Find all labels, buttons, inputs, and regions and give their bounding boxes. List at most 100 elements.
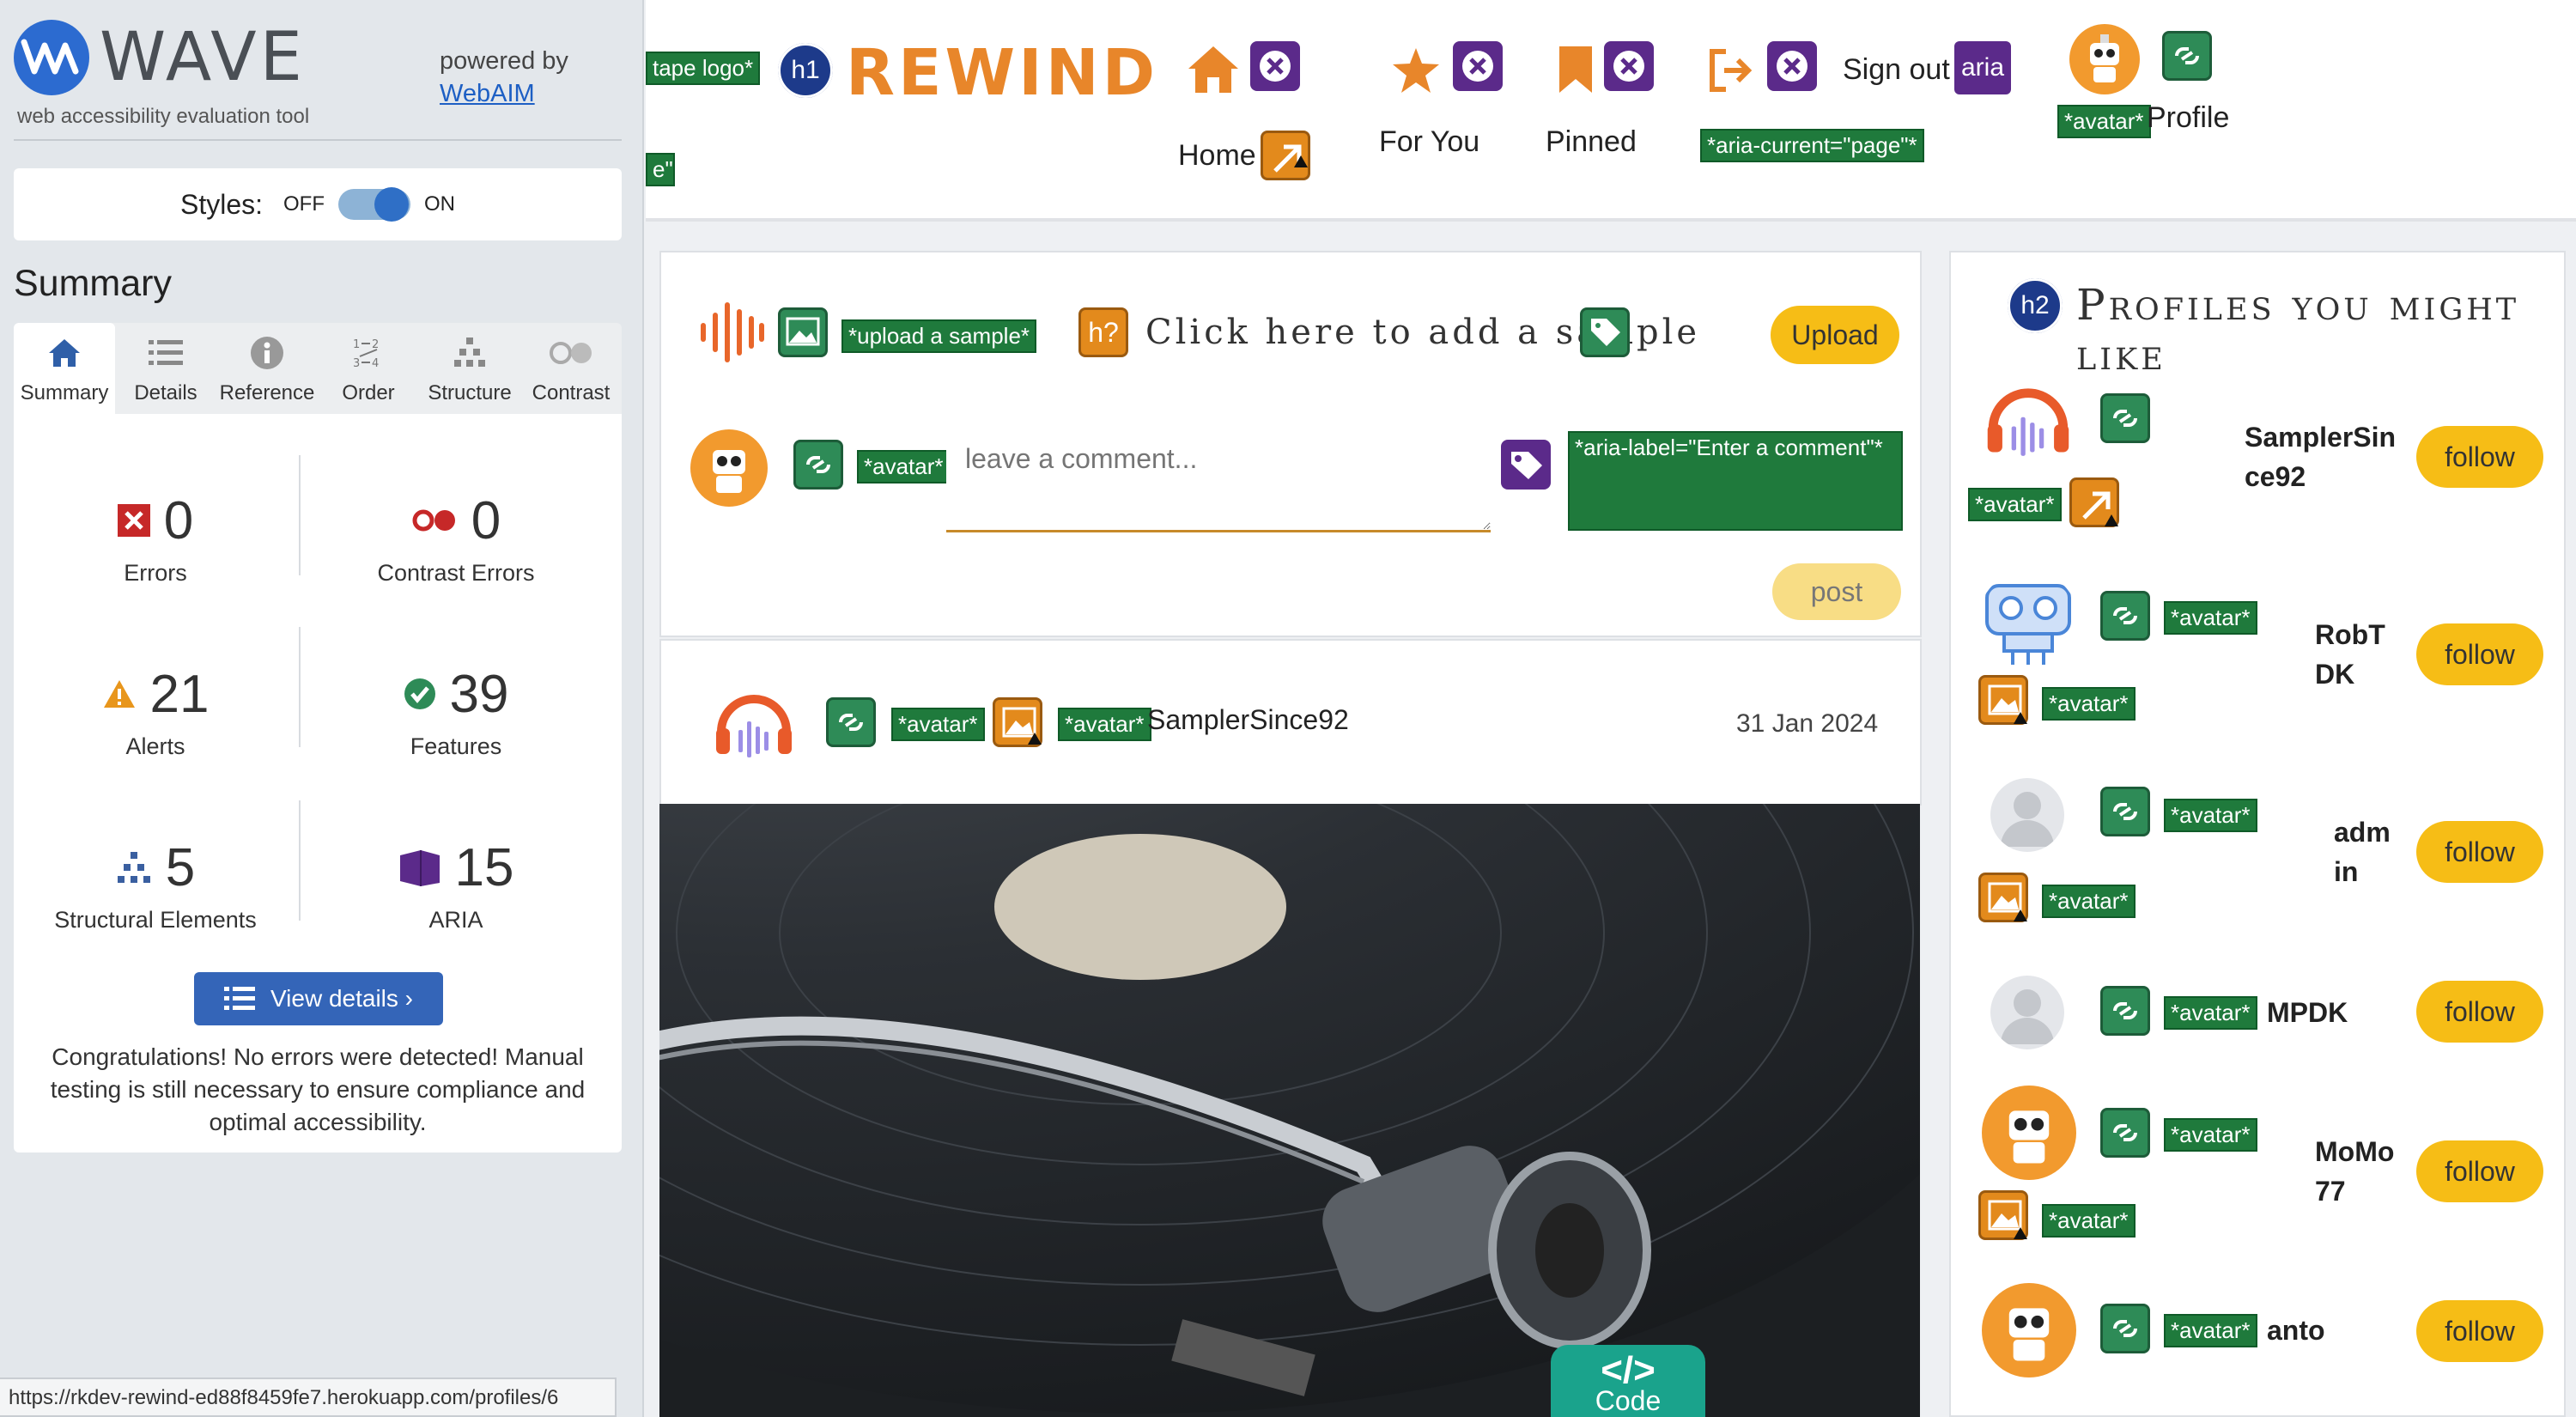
h2-icon: h2 — [2008, 278, 2063, 333]
wave-linked-image-icon — [2100, 787, 2150, 836]
powered-by: powered by WebAIM — [440, 45, 568, 110]
styles-toggle[interactable] — [338, 187, 411, 222]
follow-button[interactable]: follow — [2416, 1300, 2543, 1362]
default-avatar-icon[interactable] — [1990, 976, 2064, 1049]
star-icon[interactable] — [1391, 46, 1441, 94]
wave-image-icon — [778, 307, 828, 357]
robot-avatar-icon[interactable] — [2069, 24, 2140, 94]
svg-text:3: 3 — [353, 357, 360, 370]
wave-tabs: Summary Details Reference 1234 Order Str… — [14, 323, 622, 414]
post-button[interactable]: post — [1772, 563, 1901, 620]
wave-linked-image-icon — [2100, 591, 2150, 641]
divider — [299, 627, 301, 747]
wave-tag-avatar: *avatar* — [2164, 1118, 2257, 1152]
stat-features[interactable]: 39 Features — [314, 661, 598, 760]
wave-aria-hidden-icon — [1453, 41, 1503, 91]
order-icon: 1234 — [351, 333, 386, 373]
divider — [299, 455, 301, 575]
stat-structural[interactable]: 5 Structural Elements — [14, 835, 297, 934]
nav-pinned[interactable]: Pinned — [1546, 125, 1637, 159]
stat-errors[interactable]: 0 Errors — [14, 488, 297, 587]
wave-alt-alert-icon — [993, 697, 1042, 747]
styles-toggle-row: Styles: OFF ON — [14, 168, 622, 240]
tab-reference[interactable]: Reference — [216, 323, 318, 414]
congrats-message: Congratulations! No errors were detected… — [50, 1043, 586, 1135]
rewind-logo[interactable]: REWIND — [846, 36, 1158, 110]
view-details-button[interactable]: View details › — [194, 972, 443, 1025]
wave-aria-hidden-icon — [1604, 41, 1654, 91]
name-line: RobT — [2315, 619, 2385, 650]
aria-label: ARIA — [428, 907, 483, 933]
nav-profile[interactable]: Profile — [2147, 101, 2229, 135]
profile-name[interactable]: MoMo 77 — [2315, 1132, 2394, 1211]
default-avatar-icon[interactable] — [1990, 778, 2064, 852]
tab-label: Order — [342, 381, 395, 404]
follow-button[interactable]: follow — [2416, 426, 2543, 488]
svg-text:1: 1 — [353, 338, 360, 351]
headphones-avatar-icon[interactable] — [1978, 371, 2078, 471]
robot-avatar-icon[interactable] — [1982, 1086, 2076, 1180]
post-author[interactable]: SamplerSince92 — [1147, 704, 1349, 736]
profile-name[interactable]: anto — [2267, 1311, 2325, 1350]
structure-icon — [117, 852, 150, 883]
wave-tag-avatar: *avatar* — [2164, 1314, 2257, 1347]
stat-aria[interactable]: 15 ARIA — [314, 835, 598, 934]
profile-name[interactable]: RobT DK — [2315, 615, 2385, 694]
list-icon — [223, 987, 255, 1010]
post-date: 31 Jan 2024 — [1736, 709, 1879, 738]
wave-aria-label-icon — [1501, 440, 1551, 490]
name-line: MPDK — [2267, 997, 2348, 1028]
contrast-errors-label: Contrast Errors — [377, 560, 535, 586]
wave-linked-image-icon — [2100, 1304, 2150, 1353]
status-bar-url: https://rkdev-rewind-ed88f8459fe7.heroku… — [0, 1377, 617, 1417]
heading-alert-label: h? — [1088, 316, 1119, 348]
profile-name[interactable]: SamplerSin ce92 — [2245, 417, 2396, 496]
nav-for-you[interactable]: For You — [1379, 125, 1479, 159]
follow-button[interactable]: follow — [2416, 821, 2543, 883]
wave-aria-tag: aria — [1954, 41, 2011, 94]
wave-tag-avatar: *avatar* — [891, 708, 985, 741]
aria-count: 15 — [454, 837, 514, 897]
wave-tag-avatar: *avatar* — [2164, 601, 2257, 635]
powered-by-label: powered by — [440, 47, 568, 75]
nav-home[interactable]: Home — [1178, 139, 1256, 173]
tab-details[interactable]: Details — [115, 323, 216, 414]
comment-input[interactable] — [946, 429, 1491, 532]
profile-name[interactable]: MPDK — [2267, 993, 2348, 1032]
follow-button[interactable]: follow — [2416, 1140, 2543, 1202]
robot-avatar-icon — [690, 429, 768, 507]
wave-tag-icon — [1580, 307, 1630, 357]
code-button[interactable]: </> Code — [1551, 1345, 1705, 1417]
wave-linked-image-icon — [2100, 393, 2150, 443]
tab-label: Contrast — [532, 381, 611, 404]
tab-summary[interactable]: Summary — [14, 323, 115, 414]
wave-tag-avatar: *avatar* — [2057, 105, 2151, 138]
alerts-count: 21 — [149, 664, 210, 724]
wave-subtitle: web accessibility evaluation tool — [17, 105, 310, 128]
summary-title: Summary — [14, 263, 172, 304]
bookmark-icon[interactable] — [1558, 45, 1594, 94]
wave-tag-upload-sample: *upload a sample* — [841, 319, 1037, 353]
tab-structure[interactable]: Structure — [419, 323, 520, 414]
follow-button[interactable]: follow — [2416, 981, 2543, 1043]
webaim-link[interactable]: WebAIM — [440, 77, 568, 110]
robot-avatar-icon[interactable] — [1982, 1283, 2076, 1377]
stat-contrast-errors[interactable]: 0 Contrast Errors — [314, 488, 598, 587]
robot-blue-avatar-icon[interactable] — [1978, 570, 2078, 670]
follow-button[interactable]: follow — [2416, 623, 2543, 685]
wave-tag-avatar: *avatar* — [2164, 799, 2257, 832]
wave-tag-avatar: *avatar* — [857, 450, 951, 483]
nav-sign-out[interactable]: Sign out — [1843, 53, 1950, 87]
contrast-icon — [549, 333, 593, 373]
tab-order[interactable]: 1234 Order — [318, 323, 419, 414]
profile-name[interactable]: adm in — [2334, 812, 2391, 891]
errors-label: Errors — [124, 560, 187, 586]
home-icon[interactable] — [1187, 43, 1240, 94]
upload-button[interactable]: Upload — [1771, 306, 1899, 364]
sign-out-icon[interactable] — [1709, 48, 1759, 93]
tab-contrast[interactable]: Contrast — [520, 323, 622, 414]
wave-aria-hidden-icon — [1250, 41, 1300, 91]
tab-label: Summary — [20, 381, 109, 404]
styles-off-label: OFF — [283, 192, 325, 216]
stat-alerts[interactable]: 21 Alerts — [14, 661, 297, 760]
